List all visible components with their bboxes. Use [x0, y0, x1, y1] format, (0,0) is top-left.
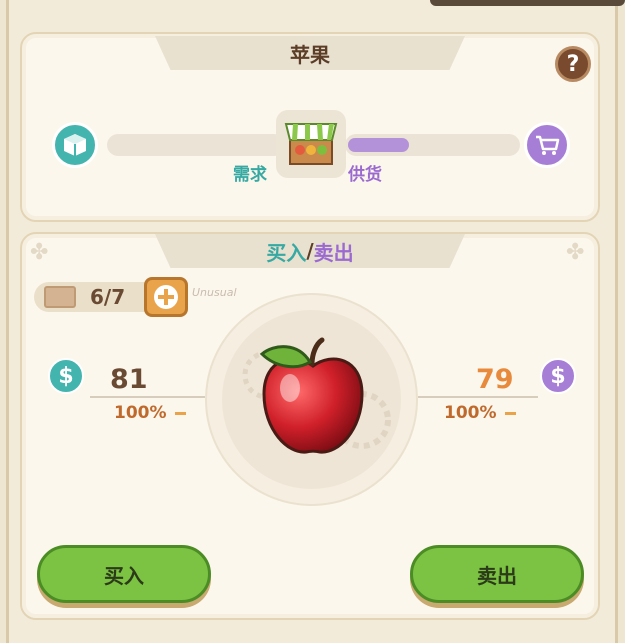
shop-stall-icon [276, 110, 346, 178]
sell-price: 79 [476, 364, 514, 395]
buy-button-label: 买入 [104, 563, 144, 588]
supply-label: 供货 [348, 165, 382, 185]
item-title-tab: 苹果 [155, 36, 465, 70]
demand-label: 需求 [233, 165, 267, 185]
top-edge [430, 0, 625, 6]
help-icon[interactable]: ? [555, 46, 591, 82]
box-icon [52, 122, 98, 168]
buy-connector [90, 396, 205, 398]
apple-icon [254, 332, 372, 460]
scroll-icon [44, 286, 76, 308]
sell-button-label: 卖出 [477, 563, 517, 588]
buy-price-percent: 100% [114, 403, 167, 423]
tab-sell-label[interactable]: 卖出 [314, 237, 354, 266]
stock-count: 6/7 [90, 285, 126, 309]
clover-ornament-icon: ✤ [30, 240, 49, 265]
sell-trend-indicator [505, 412, 516, 415]
buy-button[interactable]: 买入 [37, 545, 211, 603]
sell-price-coin-icon: $ [540, 358, 576, 394]
tab-buy-label[interactable]: 买入 [266, 237, 306, 266]
cart-icon [524, 122, 570, 168]
buy-price-coin-icon: $ [48, 358, 84, 394]
sell-connector [418, 396, 538, 398]
item-title: 苹果 [290, 42, 330, 67]
clover-ornament-icon: ✤ [566, 240, 585, 265]
demand-bar [107, 134, 285, 156]
trade-mode-tab: 买入 / 卖出 [155, 234, 465, 268]
sell-button[interactable]: 卖出 [410, 545, 584, 603]
tab-separator: / [306, 239, 314, 263]
scribble-text: Unusual [192, 286, 237, 299]
add-stock-button[interactable] [144, 277, 188, 317]
buy-price: 81 [110, 364, 148, 395]
sell-price-percent: 100% [444, 403, 497, 423]
plus-icon [154, 285, 178, 309]
supply-bar-fill [348, 138, 409, 152]
buy-trend-indicator [175, 412, 186, 415]
